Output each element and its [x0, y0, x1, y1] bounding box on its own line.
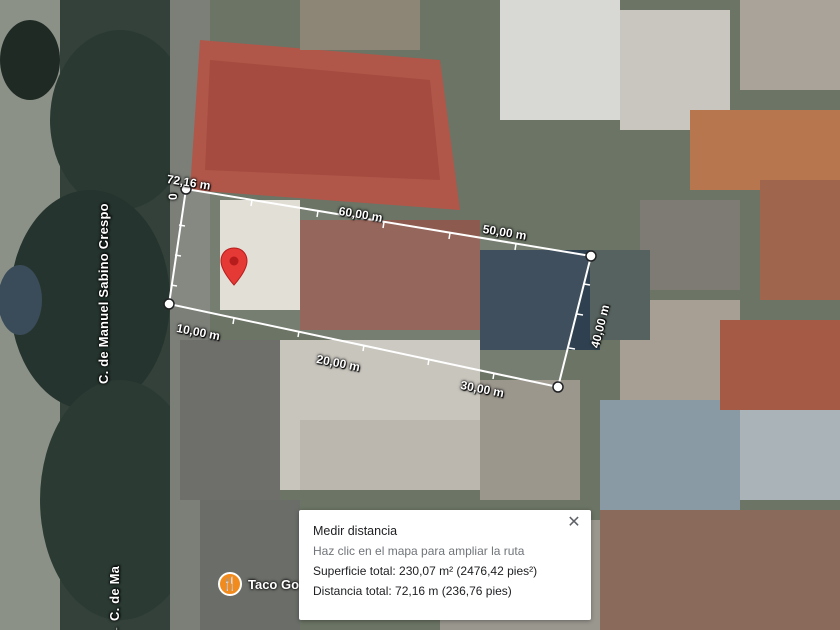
- panel-title: Medir distancia: [313, 524, 398, 538]
- street-label-c-de-ma: ← C. de Ma: [107, 565, 122, 630]
- total-area: Superficie total: 230,07 m² (2476,42 pie…: [313, 564, 538, 578]
- total-distance: Distancia total: 72,16 m (236,76 pies): [313, 584, 512, 598]
- poi-restaurant[interactable]: 🍴 Taco Go: [218, 572, 299, 596]
- restaurant-icon: 🍴: [218, 572, 242, 596]
- close-icon[interactable]: ✕: [565, 514, 583, 532]
- street-label-manuel-sabino-crespo: C. de Manuel Sabino Crespo: [96, 203, 111, 384]
- measure-zero-label: 0: [166, 193, 180, 200]
- measure-distance-panel: ✕ Medir distancia Haz clic en el mapa pa…: [299, 510, 591, 620]
- poi-label: Taco Go: [248, 576, 300, 592]
- panel-hint: Haz clic en el mapa para ampliar la ruta: [313, 544, 525, 558]
